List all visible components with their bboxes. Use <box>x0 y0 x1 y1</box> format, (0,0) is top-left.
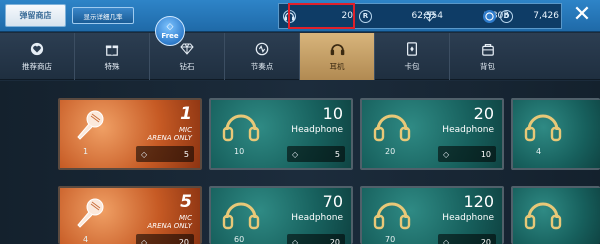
item-count: 20 <box>385 147 396 156</box>
item-amount: 1 <box>180 104 192 124</box>
top-bar: 弹留商店 显示详细几率 20 R 62,554 1,303 D 7,426 ✕ <box>0 0 600 32</box>
item-amount: 70 <box>322 192 343 211</box>
price-value: 20 <box>329 237 340 244</box>
price-tag: ◇ 10 <box>438 146 496 162</box>
price-tag: ◇ 20 <box>136 234 194 244</box>
item-type-label: MIC <box>179 214 192 222</box>
category-nav: 推荐商店 特殊 钻石 节奏点 耳机 卡包 背包 <box>0 33 600 80</box>
diamond-icon <box>180 41 195 56</box>
tab-label: 特殊 <box>104 62 120 71</box>
rhythm-icon <box>255 41 270 56</box>
item-card-headphone-partial[interactable]: 4 <box>511 98 600 170</box>
item-count: 4 <box>536 147 542 156</box>
bag-icon <box>480 41 495 56</box>
headphone-icon <box>372 196 412 230</box>
currency-d: D 7,426 <box>483 4 559 28</box>
tab-label: 背包 <box>480 62 495 71</box>
headphone-icon <box>330 41 345 56</box>
headphone-icon <box>523 196 563 230</box>
diamond-icon: ◇ <box>292 149 299 159</box>
tab-label: 钻石 <box>179 62 195 71</box>
item-card-mic-5[interactable]: 5 MIC ARENA ONLY 4 ◇ 20 <box>58 186 202 244</box>
diamond-icon: ◇ <box>292 237 299 244</box>
item-card-headphone-partial-2[interactable] <box>511 186 600 244</box>
microphone-icon <box>70 196 110 230</box>
item-card-headphone-20[interactable]: 20 Headphone 20 ◇ 10 <box>360 98 504 170</box>
item-count: 70 <box>385 235 396 244</box>
tab-headphones[interactable]: 耳机 <box>300 33 375 80</box>
headphone-icon <box>221 108 261 142</box>
microphone-icon <box>70 108 110 142</box>
tab-special[interactable]: 特殊 <box>75 33 150 80</box>
item-count: 10 <box>234 147 245 156</box>
free-badge[interactable]: ◇ Free <box>155 16 185 46</box>
item-count: 1 <box>83 147 89 156</box>
headphone-icon <box>372 108 412 142</box>
gift-icon <box>105 41 120 56</box>
item-type-label: Headphone <box>291 125 343 135</box>
item-card-mic-1[interactable]: 1 MIC ARENA ONLY 1 ◇ 5 <box>58 98 202 170</box>
show-odds-button[interactable]: 显示详细几率 <box>72 7 134 24</box>
diamond-icon: ◇ <box>443 149 450 159</box>
price-tag: ◇ 20 <box>438 234 496 244</box>
price-value: 10 <box>480 149 491 159</box>
tab-label: 节奏点 <box>250 62 274 71</box>
tab-label: 耳机 <box>329 62 345 71</box>
price-tag: ◇ 5 <box>287 146 345 162</box>
price-value: 20 <box>178 237 189 244</box>
diamond-icon: ◇ <box>141 237 148 244</box>
currency-value: 7,426 <box>533 11 559 21</box>
shop-tab[interactable]: 弹留商店 <box>5 4 66 27</box>
heart-icon <box>30 41 45 56</box>
item-card-headphone-70[interactable]: 70 Headphone 60 ◇ 20 <box>209 186 353 244</box>
item-amount: 5 <box>180 192 192 212</box>
price-value: 5 <box>334 149 340 159</box>
tab-card-packs[interactable]: 卡包 <box>375 33 450 80</box>
d-coin-icon: D <box>500 9 513 23</box>
highlight-frame <box>288 3 355 29</box>
diamond-icon: ◇ <box>166 22 174 32</box>
tab-recommended[interactable]: 推荐商店 <box>0 33 75 80</box>
item-count: 60 <box>234 235 245 244</box>
price-tag: ◇ 20 <box>287 234 345 244</box>
price-value: 5 <box>183 149 189 159</box>
tab-rhythm-points[interactable]: 节奏点 <box>225 33 300 80</box>
item-card-headphone-120[interactable]: 120 Headphone 70 ◇ 20 <box>360 186 504 244</box>
item-amount: 10 <box>322 104 343 123</box>
headphone-icon <box>523 108 563 142</box>
headphone-icon <box>221 196 261 230</box>
r-coin-icon: R <box>359 9 372 23</box>
card-pack-icon <box>405 41 420 56</box>
tab-backpack[interactable]: 背包 <box>450 33 525 80</box>
add-currency-icon[interactable] <box>483 9 496 23</box>
arena-only-note: ARENA ONLY <box>147 222 192 230</box>
tab-label: 推荐商店 <box>22 62 52 71</box>
price-value: 20 <box>480 237 491 244</box>
item-card-headphone-10[interactable]: 10 Headphone 10 ◇ 5 <box>209 98 353 170</box>
diamond-icon: ◇ <box>443 237 450 244</box>
arena-only-note: ARENA ONLY <box>147 134 192 142</box>
item-type-label: Headphone <box>442 125 494 135</box>
item-amount: 120 <box>463 192 494 211</box>
item-count: 4 <box>83 235 89 244</box>
item-type-label: MIC <box>179 126 192 134</box>
close-button[interactable]: ✕ <box>570 4 594 28</box>
diamond-icon <box>423 10 436 23</box>
free-badge-label: Free <box>161 32 179 40</box>
tab-label: 卡包 <box>404 62 420 71</box>
diamond-icon: ◇ <box>141 149 148 159</box>
item-type-label: Headphone <box>442 213 494 223</box>
item-amount: 20 <box>473 104 494 123</box>
price-tag: ◇ 5 <box>136 146 194 162</box>
item-type-label: Headphone <box>291 213 343 223</box>
